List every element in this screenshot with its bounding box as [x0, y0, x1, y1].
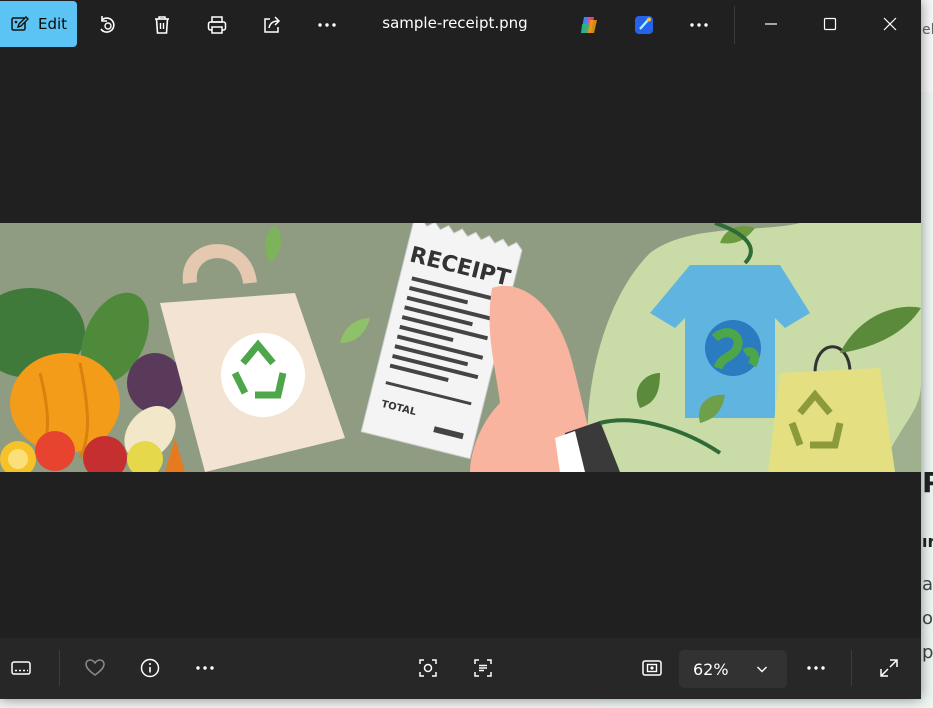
minimize-button[interactable] [742, 0, 800, 48]
favorite-heart-icon[interactable] [80, 653, 110, 683]
background-text-fragment: pa [922, 642, 933, 663]
zoom-dropdown[interactable]: 62% [679, 650, 787, 688]
zoom-value: 62% [693, 659, 729, 679]
close-icon [883, 17, 897, 31]
visual-search-icon[interactable] [413, 653, 443, 683]
edit-icon [10, 14, 30, 34]
background-text-fragment: a [922, 574, 933, 595]
fullscreen-expand-icon[interactable] [874, 653, 904, 683]
minimize-icon [765, 23, 777, 25]
bottom-toolbar: 62% [0, 638, 921, 699]
image-viewport[interactable]: RECEIPT TOTAL [0, 50, 921, 638]
more-icon[interactable] [684, 10, 714, 40]
close-button[interactable] [861, 0, 919, 48]
info-icon[interactable] [135, 653, 165, 683]
share-icon[interactable] [257, 10, 287, 40]
receipt-illustration: RECEIPT TOTAL [0, 223, 921, 472]
edit-button-label: Edit [37, 15, 68, 33]
title-bar-divider [734, 6, 735, 44]
more-icon[interactable] [312, 10, 342, 40]
chevron-down-icon [755, 662, 769, 676]
more-icon[interactable] [190, 653, 220, 683]
print-icon[interactable] [202, 10, 232, 40]
maximize-icon [823, 17, 837, 31]
copilot-icon[interactable] [574, 10, 604, 40]
title-bar: Edit sample-receipt.png [0, 0, 921, 50]
fit-to-window-icon[interactable] [637, 653, 667, 683]
photos-app-window: Edit sample-receipt.png RECEIPT TOTAL 62… [0, 0, 921, 699]
scan-text-icon[interactable] [468, 653, 498, 683]
bottom-bar-divider [59, 650, 60, 686]
edit-button[interactable]: Edit [0, 1, 77, 47]
bottom-bar-divider [851, 650, 852, 686]
background-subheading-fragment: ır [922, 532, 933, 551]
delete-icon[interactable] [147, 10, 177, 40]
designer-icon[interactable] [629, 10, 659, 40]
background-heading-fragment: P [922, 466, 933, 499]
window-title: sample-receipt.png [382, 14, 528, 32]
more-icon[interactable] [801, 653, 831, 683]
maximize-button[interactable] [801, 0, 859, 48]
rotate-icon[interactable] [92, 10, 122, 40]
filmstrip-toggle-icon[interactable] [6, 653, 36, 683]
background-text-fragment: oi [922, 608, 933, 629]
background-text-fragment: ell [922, 22, 933, 38]
